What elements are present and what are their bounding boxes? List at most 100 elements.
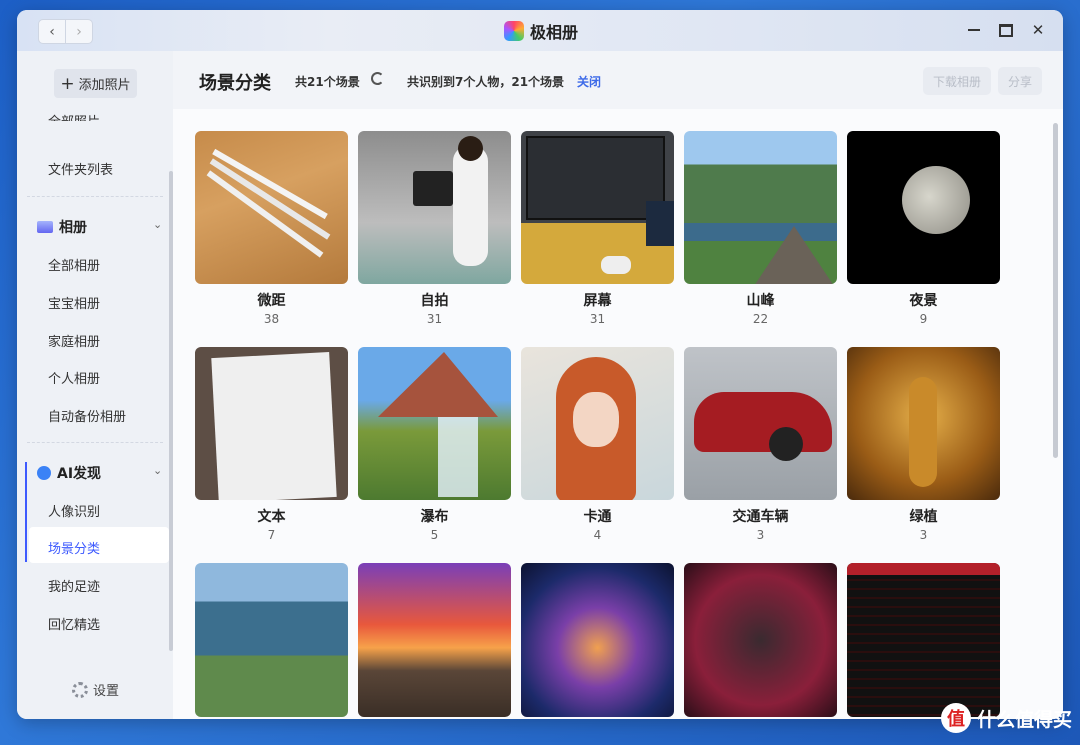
scene-count-label: 5 <box>430 528 439 542</box>
scene-count-label: 31 <box>589 312 606 326</box>
app-title: 极相册 <box>504 19 578 43</box>
scene-tile[interactable] <box>358 563 511 719</box>
ai-discover-icon <box>37 466 51 480</box>
sidebar-item-all-photos[interactable]: 全部照片 <box>48 111 100 121</box>
scene-count-label: 7 <box>267 528 276 542</box>
back-button[interactable]: ‹ <box>38 19 66 44</box>
minimize-button[interactable] <box>967 21 981 39</box>
nav-buttons: ‹ › <box>38 19 93 44</box>
scene-tile-night[interactable]: 夜景 9 <box>847 131 1000 326</box>
scene-thumbnail <box>358 563 511 717</box>
scene-tile[interactable] <box>521 563 674 719</box>
sidebar-item-my-footprints[interactable]: 我的足迹 <box>48 576 100 595</box>
scene-count-label: 31 <box>426 312 443 326</box>
scene-thumbnail <box>521 563 674 717</box>
chevron-down-icon[interactable]: ⌄ <box>153 464 162 477</box>
scene-tile-vehicle[interactable]: 交通车辆 3 <box>684 347 837 542</box>
scene-thumbnail <box>195 347 348 500</box>
scene-count-label: 3 <box>756 528 765 542</box>
sidebar-item-memories[interactable]: 回忆精选 <box>48 614 100 633</box>
sidebar-item-scene-classification[interactable]: 场景分类 <box>48 538 100 557</box>
gear-icon <box>72 681 88 698</box>
add-photo-button[interactable]: + 添加照片 <box>54 69 137 98</box>
scene-name: 微距 <box>257 293 286 309</box>
scene-thumbnail <box>684 347 837 500</box>
scene-thumbnail <box>521 131 674 284</box>
chevron-left-icon: ‹ <box>49 23 55 40</box>
window-controls: ✕ <box>967 21 1045 39</box>
sidebar-item-baby-album[interactable]: 宝宝相册 <box>48 293 100 312</box>
chevron-down-icon[interactable]: ⌄ <box>153 218 162 231</box>
watermark-text: 什么值得买 <box>976 708 1072 731</box>
page-header: 场景分类 共21个场景 共识别到7个人物，21个场景 关闭 下载相册 分享 <box>173 51 1063 109</box>
download-album-button[interactable]: 下载相册 <box>923 67 991 95</box>
sidebar-item-all-albums[interactable]: 全部相册 <box>48 255 100 274</box>
scene-name: 文本 <box>257 509 286 525</box>
sidebar-item-folders[interactable]: 文件夹列表 <box>48 159 113 178</box>
scene-count-label: 4 <box>593 528 602 542</box>
scene-count-label: 22 <box>752 312 769 326</box>
page-title: 场景分类 <box>199 73 271 94</box>
scene-name: 卡通 <box>583 509 612 525</box>
scene-thumbnail <box>847 131 1000 284</box>
scene-tile-waterfall[interactable]: 瀑布 5 <box>358 347 511 542</box>
scene-name: 夜景 <box>909 293 938 309</box>
sidebar-item-auto-backup[interactable]: 自动备份相册 <box>48 406 126 425</box>
sidebar: + 添加照片 全部照片 文件夹列表 相册 ⌄ 全部相册 宝宝相册 家庭相册 个人… <box>17 51 173 719</box>
app-window: ‹ › 极相册 ✕ + 添加照片 全部照片 文件夹列表 相册 ⌄ 全部相册 宝宝… <box>17 10 1063 719</box>
scene-name: 山峰 <box>746 293 775 309</box>
sidebar-item-family-album[interactable]: 家庭相册 <box>48 331 100 350</box>
scene-tile-macro[interactable]: 微距 38 <box>195 131 348 326</box>
scene-count-label: 3 <box>919 528 928 542</box>
scene-count: 共21个场景 <box>295 75 360 89</box>
ai-section-label: AI发现 <box>57 466 102 482</box>
app-logo-icon <box>504 21 524 41</box>
albums-section-label: 相册 <box>59 220 87 236</box>
scene-tile-plants[interactable]: 绿植 3 <box>847 347 1000 542</box>
scene-tile-screen[interactable]: 屏幕 31 <box>521 131 674 326</box>
scene-tile[interactable] <box>195 563 348 719</box>
scene-thumbnail <box>684 131 837 284</box>
minimize-icon <box>968 29 980 31</box>
scene-name: 屏幕 <box>583 293 612 309</box>
maximize-icon <box>999 23 1013 37</box>
refresh-icon[interactable] <box>371 72 384 85</box>
watermark: 值 什么值得买 <box>940 703 1072 733</box>
scene-tile[interactable] <box>847 563 1000 719</box>
close-link[interactable]: 关闭 <box>577 73 601 90</box>
forward-button[interactable]: › <box>66 19 93 44</box>
share-button[interactable]: 分享 <box>998 67 1042 95</box>
scene-thumbnail <box>195 131 348 284</box>
scene-name: 自拍 <box>420 293 449 309</box>
maximize-button[interactable] <box>999 21 1013 39</box>
active-section-indicator <box>25 462 27 562</box>
divider <box>27 196 163 197</box>
scene-thumbnail <box>521 347 674 500</box>
close-icon: ✕ <box>1031 21 1045 39</box>
scene-thumbnail <box>358 131 511 284</box>
scene-thumbnail <box>358 347 511 500</box>
scene-thumbnail <box>847 563 1000 717</box>
sidebar-item-personal-album[interactable]: 个人相册 <box>48 368 100 387</box>
scene-thumbnail <box>847 347 1000 500</box>
album-icon <box>37 221 53 233</box>
sidebar-item-face-recognition[interactable]: 人像识别 <box>48 501 100 520</box>
title-bar: ‹ › 极相册 ✕ <box>17 10 1063 51</box>
add-photo-label: 添加照片 <box>78 78 131 93</box>
scene-tile-selfie[interactable]: 自拍 31 <box>358 131 511 326</box>
scene-tile[interactable] <box>684 563 837 719</box>
close-button[interactable]: ✕ <box>1031 21 1045 39</box>
scene-tile-cartoon[interactable]: 卡通 4 <box>521 347 674 542</box>
scene-tile-mountain[interactable]: 山峰 22 <box>684 131 837 326</box>
main-content: 场景分类 共21个场景 共识别到7个人物，21个场景 关闭 下载相册 分享 微距… <box>173 51 1063 719</box>
ai-section[interactable]: AI发现 <box>37 463 101 483</box>
scene-name: 瀑布 <box>420 509 449 525</box>
albums-section[interactable]: 相册 <box>37 217 87 237</box>
app-title-text: 极相册 <box>530 23 579 42</box>
scene-count-label: 9 <box>919 312 928 326</box>
scene-tile-text[interactable]: 文本 7 <box>195 347 348 542</box>
scene-name: 绿植 <box>909 509 938 525</box>
content-scrollbar[interactable] <box>1053 123 1058 458</box>
scene-thumbnail <box>195 563 348 717</box>
settings-button[interactable]: 设置 <box>72 680 119 699</box>
